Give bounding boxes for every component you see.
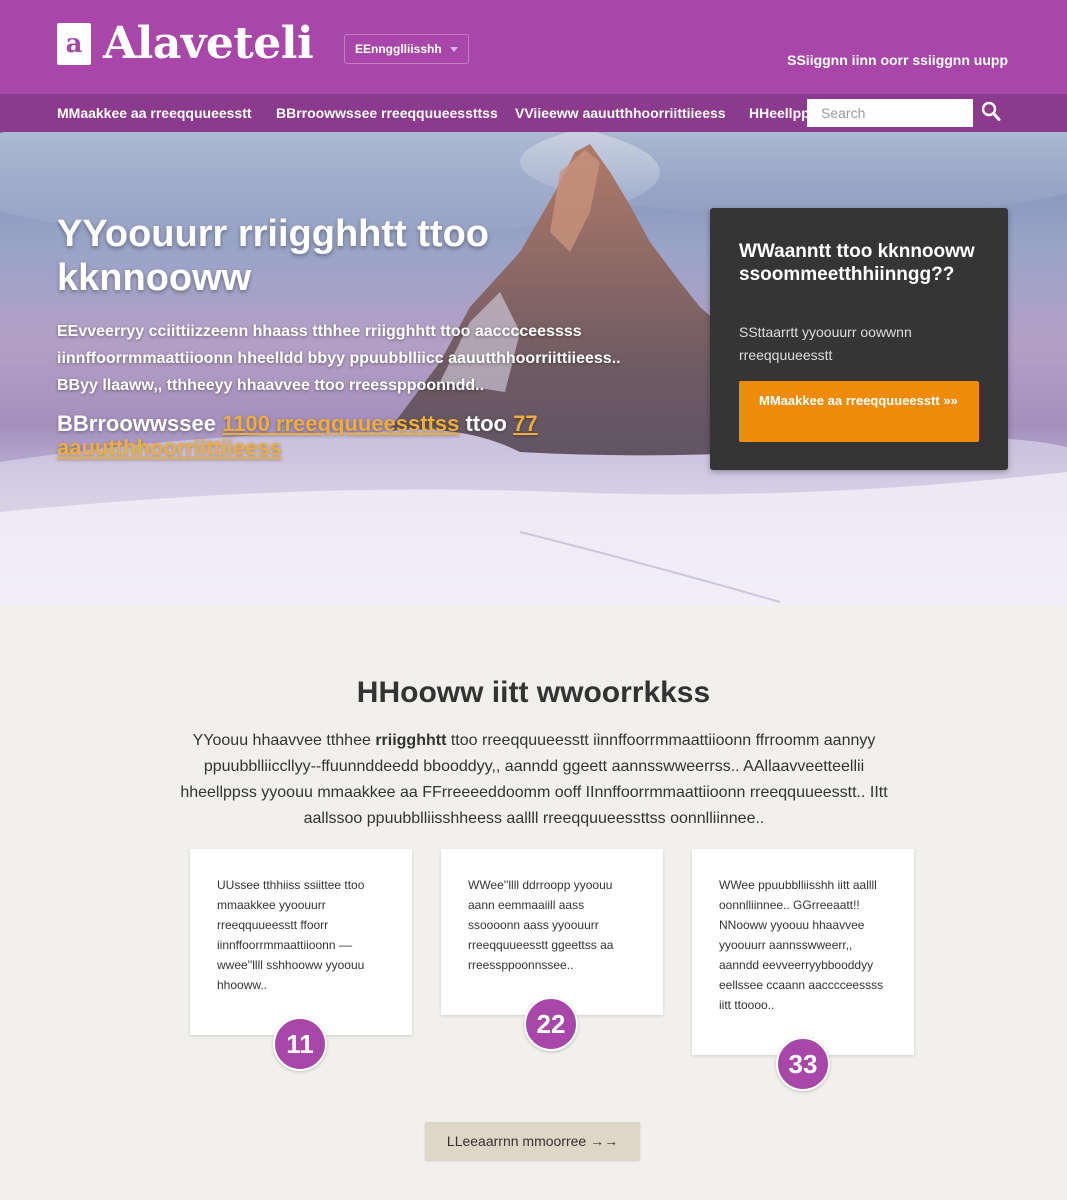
how-text-start: YYoouu hhaavvee tthhee [192, 732, 371, 749]
learn-more-button[interactable]: LLeeaarrnn mmoorree →→ [425, 1122, 640, 1160]
step-card-2: WWee''llll ddrroopp yyoouu aann eemmaaii… [441, 849, 663, 1015]
request-cta-panel: WWaanntt ttoo kknnooww ssoommeetthhiinng… [710, 208, 1008, 470]
logo-glyph: a [65, 29, 83, 59]
language-label: EEnngglliisshh [355, 42, 442, 56]
signin-link[interactable]: SSiiggnn iinn oorr ssiiggnn uupp [787, 52, 1008, 68]
make-request-button[interactable]: MMaakkee aa rreeqquueesstt »» [739, 381, 979, 442]
how-it-works-intro: YYoouu hhaavvee tthhee rriigghhtt ttoo r… [168, 728, 900, 832]
logo-text: Alaveteli [103, 18, 314, 69]
nav-item-make-request[interactable]: MMaakkee aa rreeqquueesstt [57, 105, 252, 121]
hero-browse-line: BBrroowwssee 1100 rreeqquueessttss ttoo … [57, 412, 657, 460]
site-logo[interactable]: a Alaveteli [57, 18, 314, 69]
hero-intro: EEvveerryy cciittiizzeenn hhaass tthhee … [57, 323, 621, 394]
search-icon[interactable] [980, 100, 1002, 124]
how-it-works-heading: HHooww iitt wwoorrkkss [356, 676, 711, 709]
step-number-badge: 22 [524, 997, 578, 1051]
cta-title: WWaanntt ttoo kknnooww ssoommeetthhiinng… [739, 241, 975, 285]
step-card-1: UUssee tthhiiss ssiittee ttoo mmaakkee y… [190, 849, 412, 1035]
step-number-badge: 33 [776, 1037, 830, 1091]
step-text: WWee ppuubblliisshh iitt aallll oonnllii… [719, 878, 884, 1012]
language-selector[interactable]: EEnngglliisshh [344, 34, 469, 64]
how-text-bold: rriigghhtt [375, 732, 447, 749]
cta-text: SSttaarrtt yyoouurr oowwnn rreeqquueesst… [739, 324, 912, 363]
step-text: WWee''llll ddrroopp yyoouu aann eemmaaii… [468, 878, 614, 972]
step-number-badge: 11 [273, 1017, 327, 1071]
to-word: ttoo [465, 411, 507, 436]
nav-item-help-wrapper: HHeellpp [749, 94, 807, 132]
nav-item-help[interactable]: HHeellpp [749, 105, 807, 121]
browse-prefix: BBrroowwssee [57, 411, 216, 436]
requests-count-link[interactable]: 1100 rreeqquueessttss [222, 411, 459, 436]
nav-item-view-authorities[interactable]: VViieeww aauutthhoorriittiieess [515, 105, 726, 121]
step-text: UUssee tthhiiss ssiittee ttoo mmaakkee y… [217, 878, 365, 992]
search-input[interactable] [807, 99, 973, 127]
nav-item-browse-requests[interactable]: BBrroowwssee rreeqquueessttss [276, 105, 498, 121]
step-card-3: WWee ppuubblliisshh iitt aallll oonnllii… [692, 849, 914, 1055]
stamp-icon: a [57, 23, 91, 65]
chevron-down-icon [449, 46, 458, 52]
hero-title: YYoouurr rriigghhtt ttoo kknnooww [57, 213, 489, 299]
